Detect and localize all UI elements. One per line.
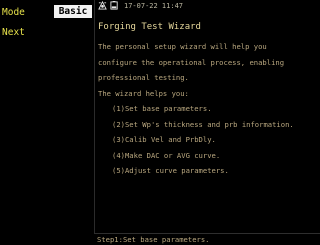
left-menu: Mode Next Basic — [0, 0, 94, 245]
basic-tab[interactable]: Basic — [54, 5, 92, 18]
wizard-title: Forging Test Wizard — [98, 22, 201, 32]
step-item-3: (3)Calib Vel and PrbDly. — [112, 135, 216, 144]
step-item-2: (2)Set Wp's thickness and prb informatio… — [112, 119, 294, 129]
network-icon — [98, 1, 107, 10]
step-item-4: (4)Make DAC or AVG curve. — [112, 150, 221, 160]
intro-line-1: The personal setup wizard will help you — [98, 42, 267, 51]
datetime-display: 17-07-22 11:47 — [124, 1, 184, 10]
helps-label: The wizard helps you: — [98, 88, 189, 98]
device-screen: Mode Next Basic 17-07-22 11:47 Forging T… — [0, 0, 320, 245]
mode-button[interactable]: Mode — [2, 7, 25, 19]
footer-status: Step1:Set base parameters. — [94, 233, 320, 245]
intro-line-2: configure the operational process, enabl… — [98, 57, 285, 67]
status-bar: 17-07-22 11:47 — [95, 0, 320, 11]
step-item-1: (1)Set base parameters. — [112, 104, 212, 113]
wizard-content: The personal setup wizard will help you … — [98, 39, 320, 179]
intro-line-3: professional testing. — [98, 73, 189, 82]
next-button[interactable]: Next — [2, 27, 25, 39]
step-item-5: (5)Adjust curve parameters. — [112, 166, 229, 175]
battery-icon — [110, 1, 118, 10]
footer-step-text: Step1:Set base parameters. — [97, 235, 210, 244]
wizard-panel: 17-07-22 11:47 Forging Test Wizard The p… — [94, 0, 320, 245]
